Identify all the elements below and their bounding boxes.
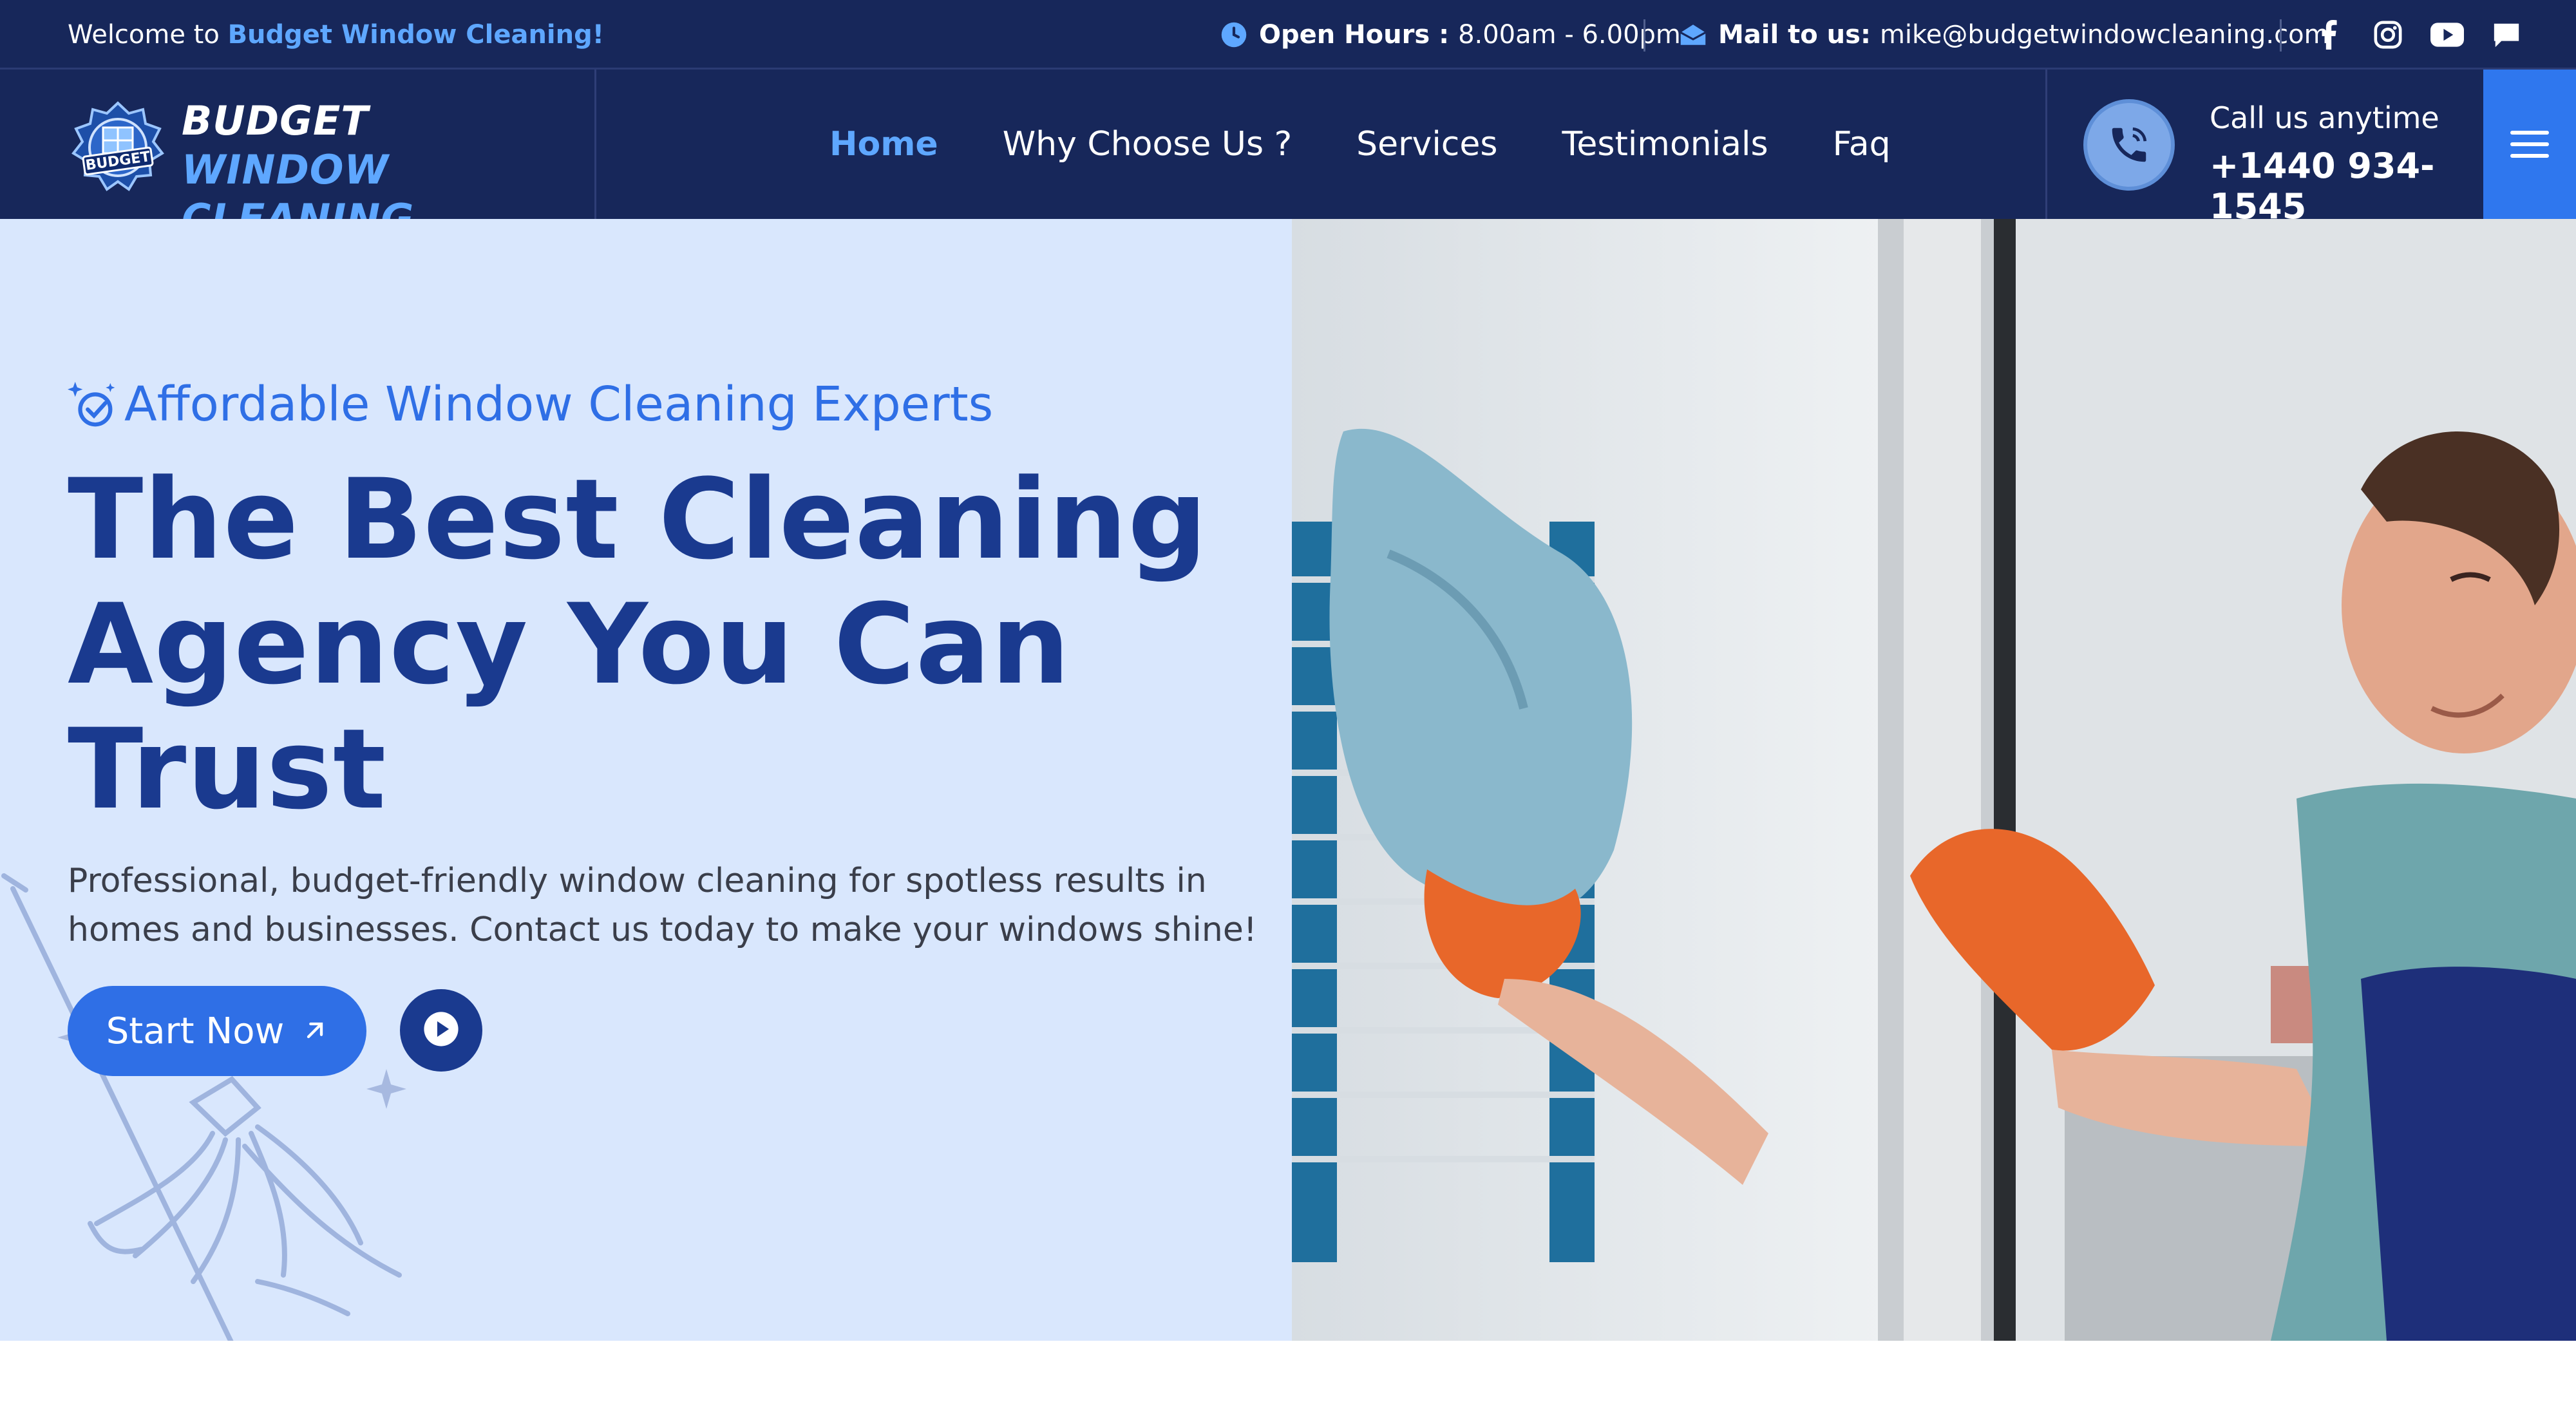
social-links	[2312, 0, 2523, 70]
main-menu: Home Why Choose Us ? Services Testimonia…	[829, 70, 1891, 219]
call-number[interactable]: +1440 934-1545	[2210, 146, 2483, 227]
page-bottom	[0, 1341, 2576, 1409]
youtube-icon[interactable]	[2430, 18, 2464, 52]
hero-subtitle-text: Affordable Window Cleaning Experts	[124, 377, 994, 432]
call-label: Call us anytime	[2210, 100, 2439, 135]
hero-description: Professional, budget-friendly window cle…	[68, 862, 1257, 949]
hours-value: 8.00am - 6.00pm	[1458, 20, 1681, 50]
hero-subtitle: Affordable Window Cleaning Experts	[68, 377, 993, 432]
nav-services[interactable]: Services	[1356, 125, 1497, 164]
sparkle-check-icon	[68, 379, 118, 430]
logo-line-1: BUDGET	[182, 97, 369, 144]
nav-home[interactable]: Home	[829, 125, 938, 164]
mail-icon	[1680, 21, 1707, 48]
chat-icon[interactable]	[2490, 18, 2523, 52]
logo-badge-icon: BUDGET	[70, 99, 166, 196]
welcome-prefix: Welcome to	[68, 20, 220, 50]
hours-label: Open Hours :	[1259, 20, 1450, 50]
topbar-divider	[1643, 19, 1645, 52]
hero-image	[1292, 219, 2576, 1341]
mail-info[interactable]: Mail to us: mike@budgetwindowcleaning.co…	[1680, 0, 2329, 70]
start-now-button[interactable]: Start Now	[68, 986, 366, 1076]
welcome-brand: Budget Window Cleaning!	[227, 20, 604, 50]
facebook-icon[interactable]	[2312, 18, 2345, 52]
phone-icon[interactable]	[2083, 99, 2175, 191]
open-hours: Open Hours : 8.00am - 6.00pm	[1220, 0, 1681, 70]
logo[interactable]: BUDGET BUDGET WINDOW CLEANING	[0, 70, 596, 242]
nav-why-choose-us[interactable]: Why Choose Us ?	[1003, 125, 1292, 164]
hamburger-menu-icon[interactable]	[2483, 70, 2576, 219]
mail-label: Mail to us:	[1718, 20, 1871, 50]
clock-icon	[1220, 21, 1247, 48]
mail-value[interactable]: mike@budgetwindowcleaning.com	[1880, 20, 2329, 50]
play-icon	[422, 1010, 460, 1050]
welcome-message: Welcome to Budget Window Cleaning!	[68, 0, 604, 70]
top-bar: Welcome to Budget Window Cleaning! Open …	[0, 0, 2576, 70]
call-box: Call us anytime +1440 934-1545	[2045, 70, 2483, 227]
play-video-button[interactable]	[400, 989, 482, 1072]
nav-faq[interactable]: Faq	[1833, 125, 1891, 164]
arrow-up-right-icon	[302, 1010, 328, 1052]
topbar-divider	[2280, 19, 2282, 52]
nav-testimonials[interactable]: Testimonials	[1562, 125, 1768, 164]
main-header: BUDGET BUDGET WINDOW CLEANING Home Why C…	[0, 70, 2576, 242]
hero-section: Affordable Window Cleaning Experts The B…	[0, 219, 1292, 1341]
start-now-label: Start Now	[106, 1010, 285, 1052]
hero-headline: The Best Cleaning Agency You Can Trust	[68, 455, 1208, 834]
window-cleaner-photo	[1292, 219, 2576, 1341]
instagram-icon[interactable]	[2371, 18, 2405, 52]
